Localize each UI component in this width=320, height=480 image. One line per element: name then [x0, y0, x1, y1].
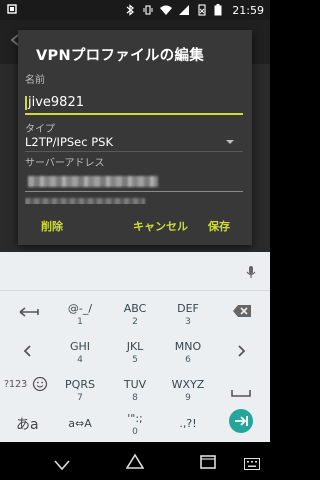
key-3[interactable]: DEF 3 — [168, 303, 208, 328]
vpn-edit-dialog: VPNプロファイルの編集 名前 jive9821 タイプ L2TP/IPSec … — [18, 30, 252, 245]
back-icon[interactable] — [54, 455, 70, 474]
keyboard-switch-icon[interactable] — [244, 455, 260, 474]
bluetooth-icon — [124, 4, 136, 16]
dialog-title: VPNプロファイルの編集 — [36, 48, 205, 64]
cursor-left-icon[interactable] — [18, 303, 40, 322]
server-address-redacted — [28, 176, 158, 187]
name-label: 名前 — [25, 75, 45, 86]
status-bar: 21:59 — [0, 0, 270, 20]
server-address-label: サーバーアドレス — [25, 158, 105, 169]
vibrate-icon — [142, 4, 154, 16]
space-icon[interactable] — [231, 382, 251, 401]
key-8[interactable]: TUV 8 — [115, 379, 155, 404]
key-case-toggle[interactable]: a⇔A — [60, 418, 100, 430]
mode-123-key[interactable]: ?123 — [4, 379, 27, 390]
type-dropdown-value: L2TP/IPSec PSK — [25, 135, 114, 149]
wifi-icon — [160, 4, 173, 16]
signal-icon — [178, 4, 190, 16]
status-time: 21:59 — [232, 3, 264, 17]
emoji-icon[interactable] — [32, 376, 48, 396]
server-address-input[interactable] — [25, 172, 243, 192]
battery-icon — [214, 4, 226, 16]
key-7[interactable]: PQRS 7 — [60, 379, 100, 404]
key-1[interactable]: @-_/ 1 — [60, 303, 100, 328]
keyboard-suggestion-bar — [0, 252, 270, 291]
kana-mode-key[interactable]: あa — [16, 414, 39, 434]
dropdown-arrow-icon — [226, 140, 234, 144]
no-sim-icon — [196, 4, 208, 16]
name-input-value: jive9821 — [28, 95, 84, 110]
name-input[interactable]: jive9821 — [25, 93, 243, 115]
key-6[interactable]: MNO 6 — [168, 341, 208, 366]
next-field-partial — [25, 196, 243, 204]
key-2[interactable]: ABC 2 — [115, 303, 155, 328]
type-label: タイプ — [25, 124, 55, 135]
recents-icon[interactable] — [200, 454, 216, 473]
type-dropdown[interactable]: L2TP/IPSec PSK — [25, 134, 243, 152]
key-5[interactable]: JKL 5 — [115, 341, 155, 366]
enter-next-icon[interactable] — [229, 409, 253, 437]
key-0[interactable]: '":; 0 — [115, 413, 155, 438]
delete-button[interactable]: 削除 — [41, 218, 63, 234]
key-9[interactable]: WXYZ 9 — [168, 379, 208, 404]
keyboard: ?123 あa @-_/ 1 ABC 2 DEF 3 GHI 4 JKL 5 M… — [0, 291, 270, 442]
save-button[interactable]: 保存 — [208, 218, 230, 234]
backspace-icon[interactable] — [232, 303, 252, 322]
arrow-left-icon[interactable] — [23, 342, 31, 361]
notification-icon — [6, 3, 18, 15]
navigation-bar — [0, 442, 270, 480]
microphone-icon[interactable] — [244, 264, 258, 278]
text-cursor — [25, 96, 27, 110]
arrow-right-icon[interactable] — [238, 342, 246, 361]
key-4[interactable]: GHI 4 — [60, 341, 100, 366]
home-icon[interactable] — [125, 453, 145, 473]
key-punctuation[interactable]: .,?! — [168, 418, 208, 430]
cancel-button[interactable]: キャンセル — [133, 218, 188, 234]
